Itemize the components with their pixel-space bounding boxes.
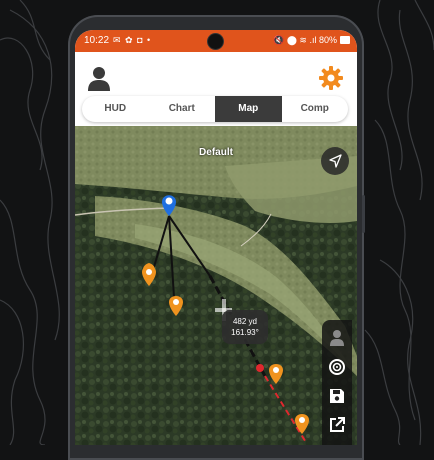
map-tool-sidebar <box>322 320 352 445</box>
satellite-map[interactable]: Default 482 yd 161.93° <box>75 126 357 445</box>
front-camera <box>208 34 223 49</box>
range-readout: 482 yd 161.93° <box>222 310 268 344</box>
app-screen: 10:22 ✉ ✿ ◘ • 🔇 ⬤ ≋ .ıl 80% Default 482 … <box>75 30 357 445</box>
system-icons: 🔇 ⬤ ≋ .ıl 80% <box>273 35 337 46</box>
gear-icon[interactable] <box>319 66 343 90</box>
aim-point-dot <box>256 364 264 372</box>
range-bearing: 161.93° <box>231 328 259 337</box>
notification-icons: ✉ ✿ ◘ • <box>113 35 152 45</box>
save-icon[interactable] <box>327 386 347 406</box>
phone-side-button <box>362 195 365 233</box>
external-link-icon[interactable] <box>327 415 347 435</box>
map-layer-label: Default <box>199 147 233 158</box>
locate-button[interactable] <box>321 147 349 175</box>
system-icons-glyphs: 🔇 ⬤ ≋ .ıl <box>273 35 317 45</box>
tab-hud[interactable]: HUD <box>82 96 149 122</box>
tab-map[interactable]: Map <box>215 96 282 122</box>
person-icon[interactable] <box>327 328 347 348</box>
target-icon[interactable] <box>327 357 347 377</box>
status-time: 10:22 <box>84 35 110 46</box>
navigation-arrow-icon <box>329 154 342 168</box>
map-imagery <box>75 126 357 445</box>
tab-comp[interactable]: Comp <box>282 96 349 122</box>
battery-percent: 80% <box>318 35 337 45</box>
range-distance: 482 yd <box>232 317 258 326</box>
battery-icon <box>340 36 350 44</box>
tab-chart[interactable]: Chart <box>149 96 216 122</box>
main-tabs: HUD Chart Map Comp <box>82 96 348 122</box>
person-icon[interactable] <box>87 66 111 92</box>
